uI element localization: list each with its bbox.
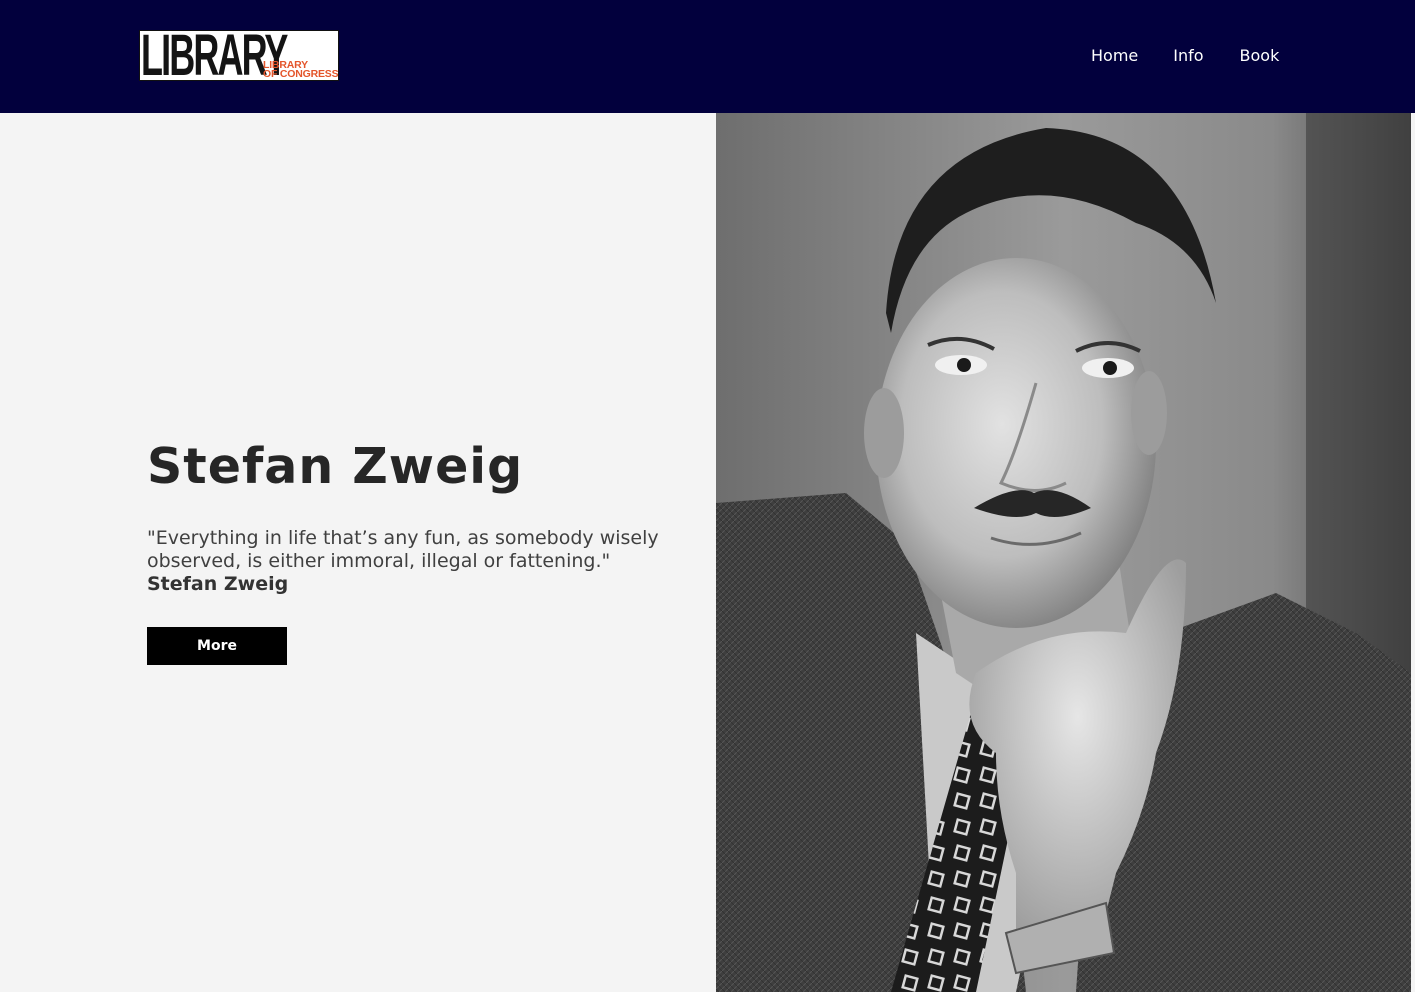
more-button[interactable]: More — [147, 627, 287, 665]
top-navbar: LIBRARY LIBRARY OF CONGRESS Home Info Bo… — [0, 0, 1415, 113]
portrait-illustration — [716, 113, 1411, 992]
hero-quote: "Everything in life that’s any fun, as s… — [147, 527, 659, 572]
hero-title: Stefan Zweig — [147, 438, 524, 495]
nav-book-link[interactable]: Book — [1240, 45, 1280, 67]
nav-home-link[interactable]: Home — [1091, 45, 1138, 67]
nav-info-link[interactable]: Info — [1173, 45, 1203, 67]
logo-sub-line2: OF CONGRESS — [263, 68, 339, 80]
right-edge-strip — [1411, 113, 1415, 992]
library-logo[interactable]: LIBRARY LIBRARY OF CONGRESS — [139, 30, 339, 81]
logo-sub-text: LIBRARY OF CONGRESS — [263, 60, 339, 80]
main-nav: Home Info Book — [1091, 45, 1279, 67]
author-portrait-image — [716, 113, 1411, 992]
quote-author: Stefan Zweig — [147, 573, 289, 595]
